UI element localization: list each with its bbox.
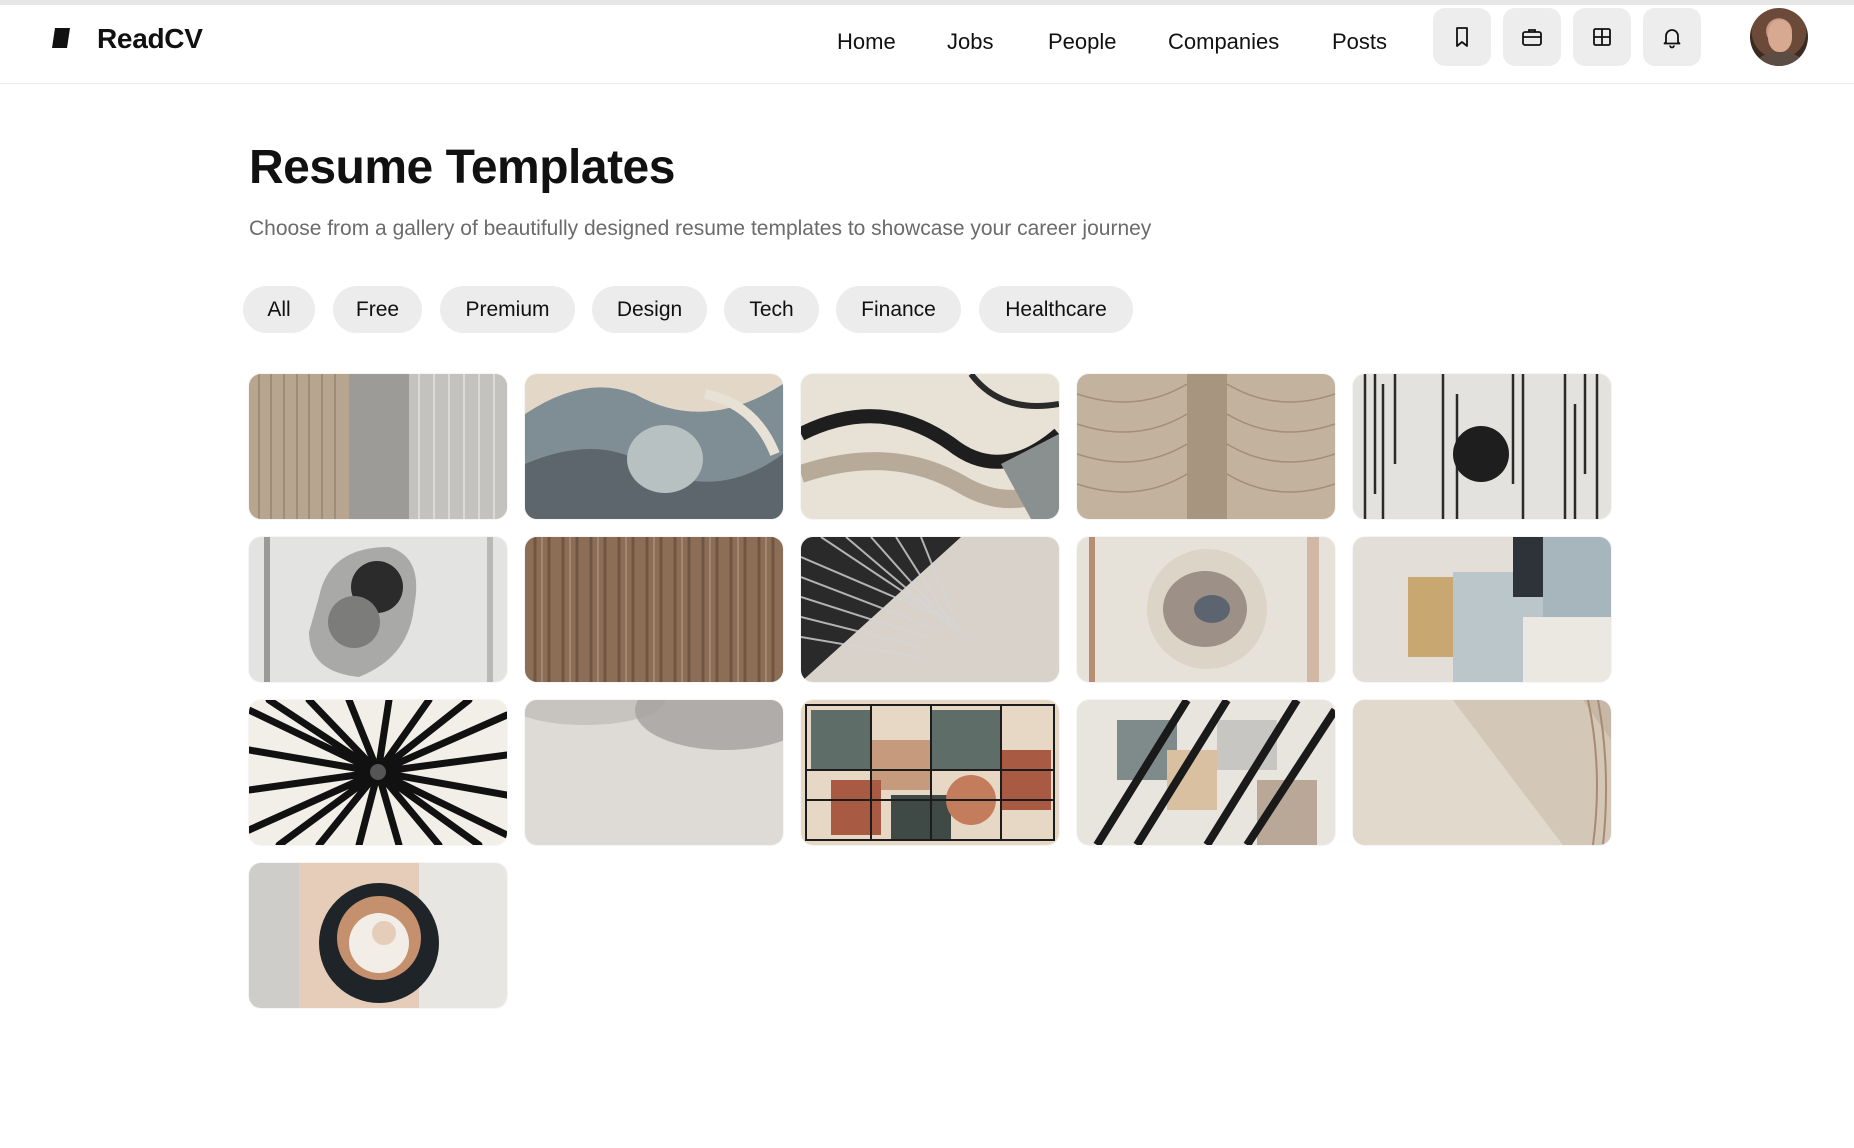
readcv-logo-icon[interactable] bbox=[51, 27, 71, 49]
template-thumbnail bbox=[249, 700, 507, 845]
filter-chip-premium[interactable]: Premium bbox=[440, 286, 575, 333]
filter-chip-all[interactable]: All bbox=[243, 286, 315, 333]
template-card[interactable] bbox=[801, 374, 1059, 519]
template-thumbnail bbox=[249, 374, 507, 519]
template-thumbnail bbox=[249, 537, 507, 682]
template-thumbnail bbox=[249, 863, 507, 1008]
nav-link-posts[interactable]: Posts bbox=[1332, 22, 1387, 62]
template-thumbnail bbox=[801, 537, 1059, 682]
template-card[interactable] bbox=[801, 700, 1059, 845]
avatar-shoulders bbox=[1758, 52, 1802, 66]
template-thumbnail bbox=[1353, 700, 1611, 845]
template-card[interactable] bbox=[525, 537, 783, 682]
template-card[interactable] bbox=[249, 374, 507, 519]
template-card[interactable] bbox=[249, 700, 507, 845]
avatar-face bbox=[1768, 20, 1792, 52]
user-avatar[interactable] bbox=[1750, 8, 1808, 66]
filter-chip-tech[interactable]: Tech bbox=[724, 286, 819, 333]
bookmarks-button[interactable] bbox=[1433, 8, 1491, 66]
template-card[interactable] bbox=[801, 537, 1059, 682]
filter-chip-healthcare[interactable]: Healthcare bbox=[979, 286, 1133, 333]
bell-icon bbox=[1663, 29, 1681, 49]
template-thumbnail bbox=[1077, 537, 1335, 682]
template-thumbnail bbox=[801, 374, 1059, 519]
template-card[interactable] bbox=[1353, 537, 1611, 682]
template-thumbnail bbox=[1353, 374, 1611, 519]
jobs-button[interactable] bbox=[1503, 8, 1561, 66]
page-subtitle: Choose from a gallery of beautifully des… bbox=[249, 217, 1152, 240]
template-card[interactable] bbox=[1077, 700, 1335, 845]
template-card[interactable] bbox=[1353, 700, 1611, 845]
bookmark-icon bbox=[1456, 27, 1468, 47]
apps-button[interactable] bbox=[1573, 8, 1631, 66]
template-card[interactable] bbox=[525, 374, 783, 519]
template-thumbnail bbox=[801, 700, 1059, 845]
grid-icon bbox=[1593, 28, 1611, 46]
nav-link-companies[interactable]: Companies bbox=[1168, 22, 1279, 62]
briefcase-icon bbox=[1522, 29, 1542, 46]
template-thumbnail bbox=[525, 700, 783, 845]
nav-link-jobs[interactable]: Jobs bbox=[947, 22, 993, 62]
template-thumbnail bbox=[525, 537, 783, 682]
template-card[interactable] bbox=[1353, 374, 1611, 519]
page-title: Resume Templates bbox=[249, 141, 675, 194]
template-thumbnail bbox=[1077, 374, 1335, 519]
template-card[interactable] bbox=[249, 863, 507, 1008]
template-card[interactable] bbox=[1077, 537, 1335, 682]
brand-name[interactable]: ReadCV bbox=[97, 19, 203, 59]
notifications-button[interactable] bbox=[1643, 8, 1701, 66]
template-card[interactable] bbox=[525, 700, 783, 845]
nav-link-people[interactable]: People bbox=[1048, 22, 1117, 62]
template-card[interactable] bbox=[1077, 374, 1335, 519]
nav-link-home[interactable]: Home bbox=[837, 22, 896, 62]
template-card[interactable] bbox=[249, 537, 507, 682]
filter-chip-finance[interactable]: Finance bbox=[836, 286, 961, 333]
template-thumbnail bbox=[525, 374, 783, 519]
template-thumbnail bbox=[1077, 700, 1335, 845]
filter-chip-free[interactable]: Free bbox=[333, 286, 422, 333]
top-navigation: ReadCV Home Jobs People Companies Posts bbox=[0, 5, 1854, 84]
filter-chip-design[interactable]: Design bbox=[592, 286, 707, 333]
template-thumbnail bbox=[1353, 537, 1611, 682]
